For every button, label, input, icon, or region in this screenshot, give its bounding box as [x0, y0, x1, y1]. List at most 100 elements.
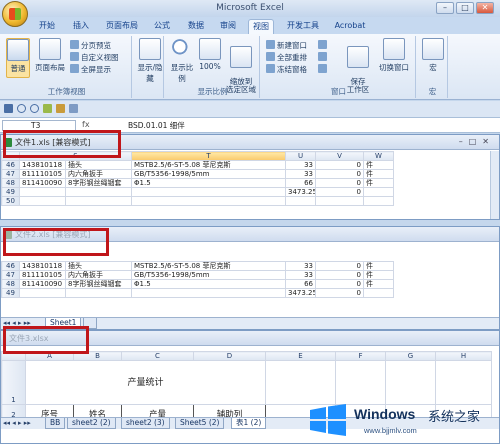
cell-code[interactable]: 143810118: [19, 261, 66, 271]
cell-spec[interactable]: [131, 187, 287, 197]
cell-v[interactable]: 0: [315, 187, 365, 197]
tab-developer[interactable]: 开发工具: [283, 19, 323, 34]
cell-name[interactable]: 8字形钢丝绳锢套: [65, 279, 132, 289]
cell-v[interactable]: 0: [315, 261, 364, 271]
cell-w[interactable]: 件: [363, 178, 395, 188]
sheet-tab-table1-2[interactable]: 表1 (2): [231, 418, 267, 429]
row-number[interactable]: 49: [1, 288, 20, 298]
cell-u[interactable]: 33: [285, 261, 316, 271]
cell-name[interactable]: 插头: [64, 160, 133, 170]
tab-view[interactable]: 视图: [248, 19, 274, 34]
cell-u[interactable]: 3473.25: [285, 288, 316, 298]
cell-name[interactable]: 插头: [65, 261, 132, 271]
cell-w[interactable]: [363, 288, 394, 298]
formula-content[interactable]: BSD.01.01 细伴: [128, 120, 185, 131]
row-number[interactable]: 47: [1, 169, 20, 179]
col-header-h[interactable]: H: [435, 351, 492, 361]
office-button[interactable]: [2, 1, 28, 27]
zoom-button[interactable]: 显示比例: [168, 38, 196, 84]
col-header-v[interactable]: V: [315, 151, 365, 161]
col-header-f[interactable]: F: [335, 351, 386, 361]
cell-spec[interactable]: MSTB2.5/6-ST-5.08 菲尼克斯: [131, 160, 287, 170]
cell-spec[interactable]: Φ1.5: [131, 279, 286, 289]
cell-u[interactable]: 33: [285, 160, 317, 170]
row-number[interactable]: 47: [1, 270, 20, 280]
freeze-panes-button[interactable]: 冻结窗格: [266, 64, 307, 75]
normal-view-button[interactable]: 普通: [6, 38, 30, 78]
tab-insert[interactable]: 插入: [68, 19, 94, 34]
cell-v[interactable]: 0: [315, 270, 364, 280]
cell-code[interactable]: 811410090: [19, 279, 66, 289]
cell-code[interactable]: 143810118: [19, 160, 66, 170]
cell-name[interactable]: 内六角扳手: [65, 270, 132, 280]
title-cell[interactable]: 产量统计: [25, 360, 266, 405]
cell-spec[interactable]: MSTB2.5/6-ST-5.08 菲尼克斯: [131, 261, 286, 271]
cell-v[interactable]: 0: [315, 279, 364, 289]
tab-page-layout[interactable]: 页面布局: [102, 19, 142, 34]
cell-spec[interactable]: GB/T5356-1998/5mm: [131, 270, 286, 280]
hide-window-button[interactable]: [318, 52, 329, 62]
fx-button[interactable]: fx: [82, 120, 90, 129]
col-header-u[interactable]: U: [285, 151, 317, 161]
minimize-button[interactable]: –: [436, 2, 454, 14]
arrange-all-button[interactable]: 全部重排: [266, 52, 307, 63]
split-button[interactable]: [318, 40, 329, 50]
cell-name[interactable]: [64, 196, 133, 206]
sheet-tab-sheet2-3[interactable]: sheet2 (3): [121, 418, 170, 429]
show-hide-button[interactable]: 显示/隐藏: [136, 38, 164, 84]
cell-name[interactable]: 内六角扳手: [64, 169, 133, 179]
cell-w[interactable]: [363, 196, 395, 206]
cell-v[interactable]: 0: [315, 169, 365, 179]
sheet-nav-arrows-icon[interactable]: ◂◂ ◂ ▸ ▸▸: [3, 419, 31, 427]
cell-w[interactable]: 件: [363, 160, 395, 170]
sheet-tab-bb[interactable]: BB: [45, 418, 66, 429]
vertical-scrollbar[interactable]: [490, 151, 499, 219]
redo-icon[interactable]: [30, 104, 39, 113]
row-number[interactable]: 46: [1, 160, 20, 170]
cell-spec[interactable]: [131, 288, 286, 298]
cell-u[interactable]: 66: [285, 279, 316, 289]
switch-windows-button[interactable]: 切换窗口: [374, 38, 414, 73]
macros-button[interactable]: 宏: [420, 38, 446, 73]
custom-views-button[interactable]: 自定义视图: [70, 52, 119, 63]
workbook-1-controls[interactable]: –□✕: [459, 137, 495, 146]
cell-v[interactable]: 0: [315, 160, 365, 170]
sheet-tab-sheet5-2[interactable]: Sheet5 (2): [175, 418, 225, 429]
cell-w[interactable]: 件: [363, 279, 394, 289]
folder-icon[interactable]: [56, 104, 65, 113]
cell-code[interactable]: [19, 288, 66, 298]
col-header-t[interactable]: T: [131, 151, 287, 161]
close-button[interactable]: ✕: [476, 2, 494, 14]
cell-u[interactable]: [285, 196, 317, 206]
tab-acrobat[interactable]: Acrobat: [332, 19, 368, 34]
col-header-d[interactable]: D: [193, 351, 266, 361]
col-header-w[interactable]: W: [363, 151, 395, 161]
row-number[interactable]: 48: [1, 178, 20, 188]
cell-code[interactable]: 811410090: [19, 178, 66, 188]
cell-u[interactable]: 66: [285, 178, 317, 188]
cell-name[interactable]: [64, 187, 133, 197]
tab-formulas[interactable]: 公式: [150, 19, 174, 34]
tab-home[interactable]: 开始: [34, 19, 60, 34]
col-header-c[interactable]: C: [121, 351, 194, 361]
cell-w[interactable]: 件: [363, 169, 395, 179]
unhide-window-button[interactable]: [318, 64, 329, 74]
new-window-button[interactable]: 新建窗口: [266, 40, 307, 51]
cell-u[interactable]: 33: [285, 270, 316, 280]
maximize-button[interactable]: □: [456, 2, 474, 14]
sheet-tab-sheet2-2[interactable]: sheet2 (2): [67, 418, 116, 429]
cell-w[interactable]: [363, 187, 395, 197]
print-icon[interactable]: [69, 104, 78, 113]
cell-v[interactable]: [315, 196, 365, 206]
row-number[interactable]: 49: [1, 187, 20, 197]
cell-name[interactable]: 8字形钢丝绳锢套: [64, 178, 133, 188]
zoom-100-button[interactable]: 100%: [198, 38, 222, 71]
row-number[interactable]: 1: [1, 360, 26, 405]
cell-v[interactable]: 0: [315, 178, 365, 188]
cell-v[interactable]: 0: [315, 288, 364, 298]
cell-code[interactable]: 811110105: [19, 270, 66, 280]
cell-w[interactable]: 件: [363, 270, 394, 280]
cell-name[interactable]: [65, 288, 132, 298]
cell-spec[interactable]: Φ1.5: [131, 178, 287, 188]
cell-code[interactable]: [19, 187, 66, 197]
